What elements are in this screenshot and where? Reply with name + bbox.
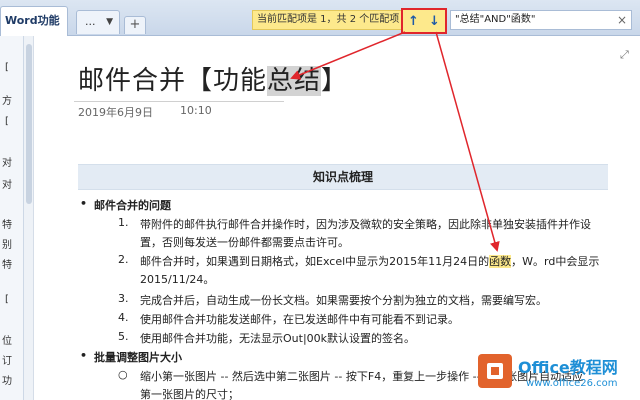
scrollbar-thumb[interactable] (26, 44, 32, 204)
title-divider (74, 101, 284, 102)
list-item-line: 2015/11/24。 (140, 273, 215, 286)
list-item-text: ，W。rd中会显示 (511, 255, 600, 268)
list-item-line: 第一张图片的尺寸； (140, 388, 239, 400)
section-list-item[interactable]: 订 (0, 352, 14, 367)
page-date: 2019年6月9日 (78, 106, 153, 119)
search-query: "总结"AND"函数" (455, 14, 536, 25)
list-item-line: 带附件的邮件执行邮件合并操作时，因为涉及微软的安全策略，因此除非单独安装插件并作… (140, 218, 591, 231)
expand-icon[interactable]: ⤢ (620, 48, 629, 62)
section-list-item[interactable]: [ (0, 62, 14, 73)
section-list-item[interactable]: 对 (0, 176, 14, 191)
list-number: 5. (118, 330, 129, 343)
office-logo-icon (478, 354, 512, 388)
search-input[interactable]: "总结"AND"函数" × (450, 10, 632, 30)
section-list-item[interactable]: 位 (0, 332, 14, 347)
section-heading: 知识点梳理 (78, 164, 608, 190)
tab-word-features[interactable]: Word功能 (0, 6, 68, 36)
watermark-name: Office教程网 (518, 358, 618, 377)
page-title-match: 总结 (267, 66, 322, 96)
bullet-heading-mail-merge: 邮件合并的问题 (80, 197, 171, 213)
section-list-item[interactable]: 对 (0, 154, 14, 169)
arrow-down-icon[interactable]: ↓ (429, 15, 440, 28)
section-list-item[interactable]: 功 (0, 372, 14, 387)
vertical-scrollbar[interactable] (24, 36, 34, 400)
section-list-item[interactable]: 特 (0, 256, 14, 271)
chevron-down-icon: ▼ (106, 17, 113, 27)
list-item-text: 邮件合并时，如果遇到日期格式，如Excel中显示为2015年11月24日的 (140, 255, 490, 268)
section-list-item[interactable]: 别 (0, 236, 14, 251)
list-item-line: 使用邮件合并功能，无法显示Out|00k默认设置的签名。 (140, 332, 416, 345)
sub-bullet-icon: ○ (118, 368, 128, 381)
section-list-item[interactable]: 特 (0, 216, 14, 231)
page-title[interactable]: 邮件合并【功能总结】 (78, 60, 348, 97)
tab-strip: Word功能 ... ▼ + 当前匹配项是 1，共 2 个匹配项 ↑ ↓ "总结… (0, 0, 640, 36)
section-list-item[interactable]: [ (0, 294, 14, 305)
match-status: 当前匹配项是 1，共 2 个匹配项 (252, 10, 402, 30)
section-list-panel: [ 方 [ 对 对 特 别 特 [ 位 订 功 (0, 36, 24, 400)
watermark-url: www.office26.com (526, 378, 618, 389)
bullet-heading-resize-images: 批量调整图片大小 (80, 349, 182, 365)
page-title-suffix: 】 (321, 66, 349, 96)
page-time: 10:10 (180, 104, 212, 117)
list-item-line: 使用邮件合并功能发送邮件，在已发送邮件中有可能看不到记录。 (140, 313, 459, 326)
list-number: 1. (118, 216, 129, 229)
page-title-prefix: 邮件合并【功能 (78, 66, 268, 96)
list-number: 2. (118, 253, 129, 266)
section-list-item[interactable]: [ (0, 116, 14, 127)
section-list-item[interactable]: 方 (0, 92, 14, 107)
match-nav-highlight: ↑ ↓ (401, 8, 447, 34)
search-match-highlight: 函数 (489, 255, 512, 268)
add-tab-button[interactable]: + (124, 16, 146, 34)
close-icon[interactable]: × (617, 11, 627, 29)
list-number: 3. (118, 292, 129, 305)
arrow-up-icon[interactable]: ↑ (408, 15, 419, 28)
list-item-line: 完成合并后，自动生成一份长文档。如果需要按个分割为独立的文档，需要编写宏。 (140, 294, 547, 307)
tab-more-label: ... (85, 15, 96, 28)
list-item-line: 置，否则每发送一份邮件都需要点击许可。 (140, 236, 349, 249)
tab-more[interactable]: ... ▼ (76, 10, 120, 34)
watermark: Office教程网 www.office26.com (478, 352, 640, 400)
list-number: 4. (118, 311, 129, 324)
list-item-line: 邮件合并时，如果遇到日期格式，如Excel中显示为2015年11月24日的函数，… (140, 253, 599, 269)
